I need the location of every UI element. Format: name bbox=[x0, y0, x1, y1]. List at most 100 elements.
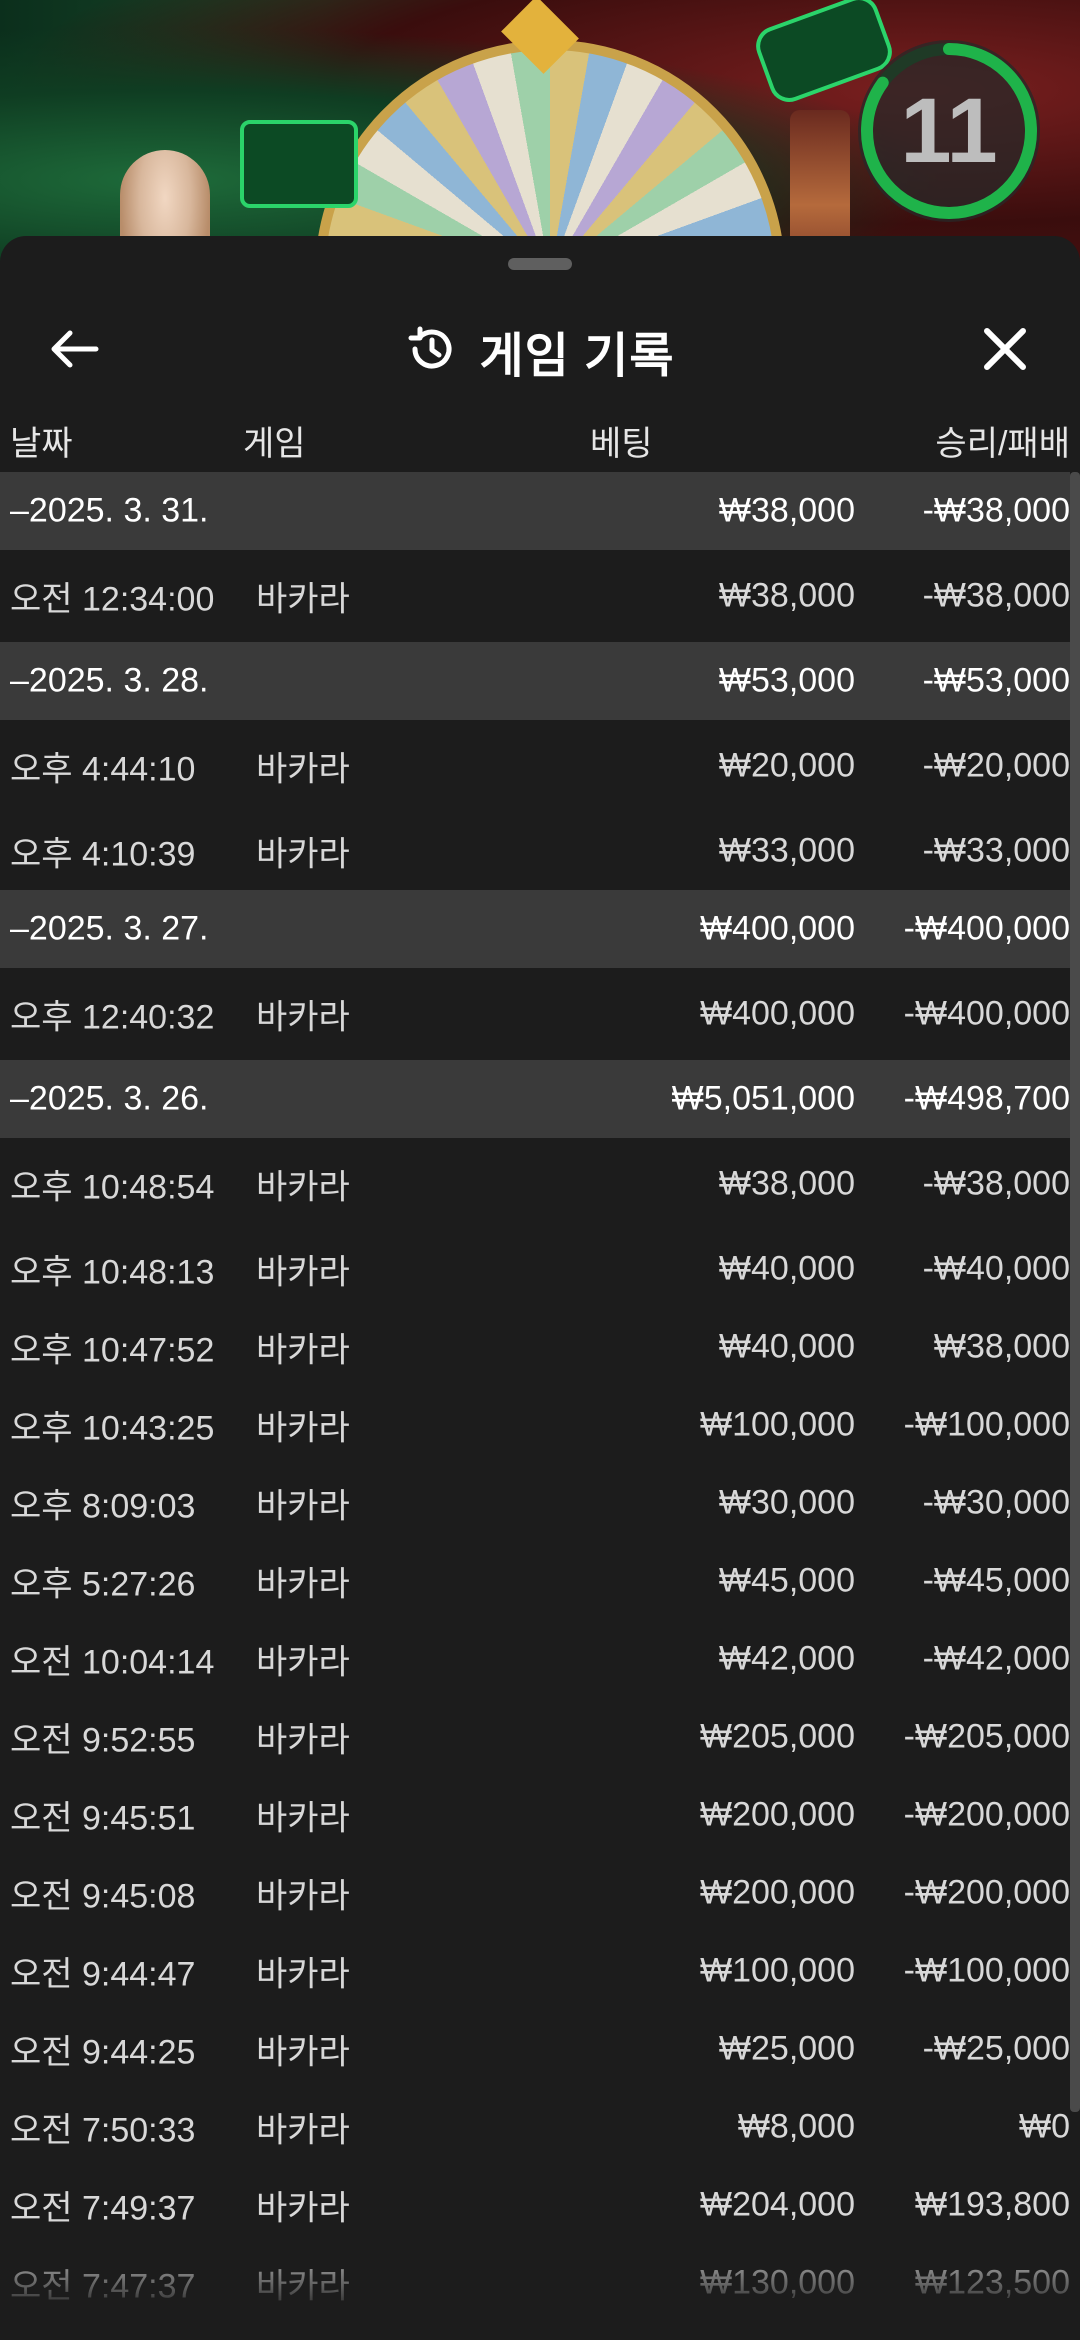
row-win-loss: ₩123,500 bbox=[915, 2263, 1070, 2302]
row-time: 오후 10:43:25 bbox=[10, 1409, 215, 1448]
row-game: 바카라 bbox=[256, 1253, 350, 1292]
row-win-loss: -₩38,000 bbox=[922, 576, 1070, 615]
row-bet: ₩200,000 bbox=[700, 1795, 855, 1834]
table-row[interactable]: 오전 7:49:37 바카라 ₩204,000 ₩193,800 bbox=[0, 2166, 1070, 2244]
row-bet: ₩45,000 bbox=[718, 1561, 855, 1600]
group-date: –2025. 3. 27. bbox=[10, 909, 209, 948]
row-game: 바카라 bbox=[256, 835, 350, 874]
table-row[interactable]: 오후 10:48:54 바카라 ₩38,000 -₩38,000 bbox=[0, 1138, 1070, 1230]
row-game: 바카라 bbox=[256, 1877, 350, 1916]
history-clock-icon bbox=[406, 323, 458, 380]
row-time: 오후 10:48:13 bbox=[10, 1253, 215, 1292]
row-bet: ₩30,000 bbox=[718, 1483, 855, 1522]
scrollbar[interactable] bbox=[1070, 472, 1080, 2112]
row-bet: ₩100,000 bbox=[700, 1405, 855, 1444]
row-time: 오전 7:50:33 bbox=[10, 2111, 196, 2150]
row-win-loss: -₩400,000 bbox=[903, 994, 1070, 1033]
game-history-sheet: 게임 기록 날짜 게임 베팅 승리/패배 –2025. 3. 31. ₩38,00… bbox=[0, 236, 1080, 2340]
close-button[interactable] bbox=[970, 316, 1040, 386]
row-bet: ₩204,000 bbox=[700, 2185, 855, 2224]
page-title: 게임 기록 bbox=[479, 330, 675, 383]
table-row[interactable]: 오전 9:44:25 바카라 ₩25,000 -₩25,000 bbox=[0, 2010, 1070, 2088]
table-row[interactable]: 오전 9:52:55 바카라 ₩205,000 -₩205,000 bbox=[0, 1698, 1070, 1776]
row-bet: ₩38,000 bbox=[718, 1164, 855, 1203]
row-game: 바카라 bbox=[256, 1643, 350, 1682]
row-win-loss: -₩30,000 bbox=[922, 1483, 1070, 1522]
countdown-timer: 11 bbox=[858, 40, 1040, 222]
group-date: –2025. 3. 26. bbox=[10, 1079, 209, 1118]
table-row[interactable]: 오후 5:27:26 바카라 ₩45,000 -₩45,000 bbox=[0, 1542, 1070, 1620]
table-row[interactable]: 오후 10:43:25 바카라 ₩100,000 -₩100,000 bbox=[0, 1386, 1070, 1464]
row-game: 바카라 bbox=[256, 1565, 350, 1604]
row-game: 바카라 bbox=[256, 998, 350, 1037]
table-row[interactable]: 오전 9:45:08 바카라 ₩200,000 -₩200,000 bbox=[0, 1854, 1070, 1932]
row-win-loss: -₩33,000 bbox=[922, 831, 1070, 870]
row-bet: ₩200,000 bbox=[700, 1873, 855, 1912]
row-win-loss: -₩25,000 bbox=[922, 2029, 1070, 2068]
row-bet: ₩400,000 bbox=[700, 909, 855, 948]
row-bet: ₩38,000 bbox=[718, 576, 855, 615]
row-bet: ₩40,000 bbox=[718, 1327, 855, 1366]
row-win-loss: -₩40,000 bbox=[922, 1249, 1070, 1288]
row-win-loss: -₩200,000 bbox=[903, 1795, 1070, 1834]
row-win-loss: -₩498,700 bbox=[903, 1079, 1070, 1118]
column-header-bet: 베팅 bbox=[590, 425, 653, 463]
row-time: 오전 9:45:08 bbox=[10, 1877, 196, 1916]
row-time: 오전 7:47:37 bbox=[10, 2267, 196, 2306]
table-row[interactable]: 오전 10:04:14 바카라 ₩42,000 -₩42,000 bbox=[0, 1620, 1070, 1698]
row-time: 오후 4:44:10 bbox=[10, 750, 196, 789]
row-game: 바카라 bbox=[256, 750, 350, 789]
history-table-body[interactable]: –2025. 3. 31. ₩38,000 -₩38,000 오전 12:34:00 바… bbox=[0, 472, 1070, 2322]
row-time: 오후 4:10:39 bbox=[10, 835, 196, 874]
row-bet: ₩38,000 bbox=[718, 491, 855, 530]
row-win-loss: -₩42,000 bbox=[922, 1639, 1070, 1678]
date-group-row: –2025. 3. 27. ₩400,000 -₩400,000 bbox=[0, 890, 1070, 968]
row-win-loss: ₩193,800 bbox=[915, 2185, 1070, 2224]
table-row[interactable]: 오전 7:50:33 바카라 ₩8,000 ₩0 bbox=[0, 2088, 1070, 2166]
row-time: 오전 12:34:00 bbox=[10, 580, 215, 619]
row-time: 오전 9:52:55 bbox=[10, 1721, 196, 1760]
row-time: 오후 10:48:54 bbox=[10, 1168, 215, 1207]
row-win-loss: -₩20,000 bbox=[922, 746, 1070, 785]
table-row[interactable]: 오후 12:40:32 바카라 ₩400,000 -₩400,000 bbox=[0, 968, 1070, 1060]
table-row[interactable]: 오전 9:44:47 바카라 ₩100,000 -₩100,000 bbox=[0, 1932, 1070, 2010]
row-win-loss: -₩45,000 bbox=[922, 1561, 1070, 1600]
sheet-drag-handle[interactable] bbox=[508, 258, 572, 270]
row-win-loss: -₩400,000 bbox=[903, 909, 1070, 948]
row-time: 오전 7:49:37 bbox=[10, 2189, 196, 2228]
row-bet: ₩40,000 bbox=[718, 1249, 855, 1288]
group-date: –2025. 3. 28. bbox=[10, 661, 209, 700]
table-row[interactable]: 오후 4:10:39 바카라 ₩33,000 -₩33,000 bbox=[0, 812, 1070, 890]
table-row[interactable]: 오후 4:44:10 바카라 ₩20,000 -₩20,000 bbox=[0, 720, 1070, 812]
row-win-loss: -₩38,000 bbox=[922, 1164, 1070, 1203]
row-game: 바카라 bbox=[256, 1409, 350, 1448]
row-time: 오전 9:45:51 bbox=[10, 1799, 196, 1838]
close-x-icon bbox=[983, 327, 1027, 376]
table-row[interactable]: 오후 8:09:03 바카라 ₩30,000 -₩30,000 bbox=[0, 1464, 1070, 1542]
row-game: 바카라 bbox=[256, 2189, 350, 2228]
group-date: –2025. 3. 31. bbox=[10, 491, 209, 530]
row-game: 바카라 bbox=[256, 1799, 350, 1838]
row-bet: ₩53,000 bbox=[718, 661, 855, 700]
row-time: 오전 9:44:47 bbox=[10, 1955, 196, 1994]
table-row[interactable]: 오전 7:47:37 바카라 ₩130,000 ₩123,500 bbox=[0, 2244, 1070, 2322]
timer-value: 11 bbox=[900, 80, 998, 182]
table-row[interactable]: 오전 12:34:00 바카라 ₩38,000 -₩38,000 bbox=[0, 550, 1070, 642]
row-time: 오후 5:27:26 bbox=[10, 1565, 196, 1604]
table-row[interactable]: 오전 9:45:51 바카라 ₩200,000 -₩200,000 bbox=[0, 1776, 1070, 1854]
row-win-loss: -₩53,000 bbox=[922, 661, 1070, 700]
row-bet: ₩100,000 bbox=[700, 1951, 855, 1990]
row-bet: ₩20,000 bbox=[718, 746, 855, 785]
row-game: 바카라 bbox=[256, 2267, 350, 2306]
column-header-game: 게임 bbox=[243, 425, 306, 463]
row-game: 바카라 bbox=[256, 580, 350, 619]
row-bet: ₩25,000 bbox=[718, 2029, 855, 2068]
table-row[interactable]: 오후 10:48:13 바카라 ₩40,000 -₩40,000 bbox=[0, 1230, 1070, 1308]
date-group-row: –2025. 3. 28. ₩53,000 -₩53,000 bbox=[0, 642, 1070, 720]
row-bet: ₩400,000 bbox=[700, 994, 855, 1033]
row-win-loss: -₩38,000 bbox=[922, 491, 1070, 530]
neon-sign-left bbox=[240, 120, 358, 208]
row-game: 바카라 bbox=[256, 1721, 350, 1760]
row-win-loss: ₩38,000 bbox=[933, 1327, 1070, 1366]
table-row[interactable]: 오후 10:47:52 바카라 ₩40,000 ₩38,000 bbox=[0, 1308, 1070, 1386]
